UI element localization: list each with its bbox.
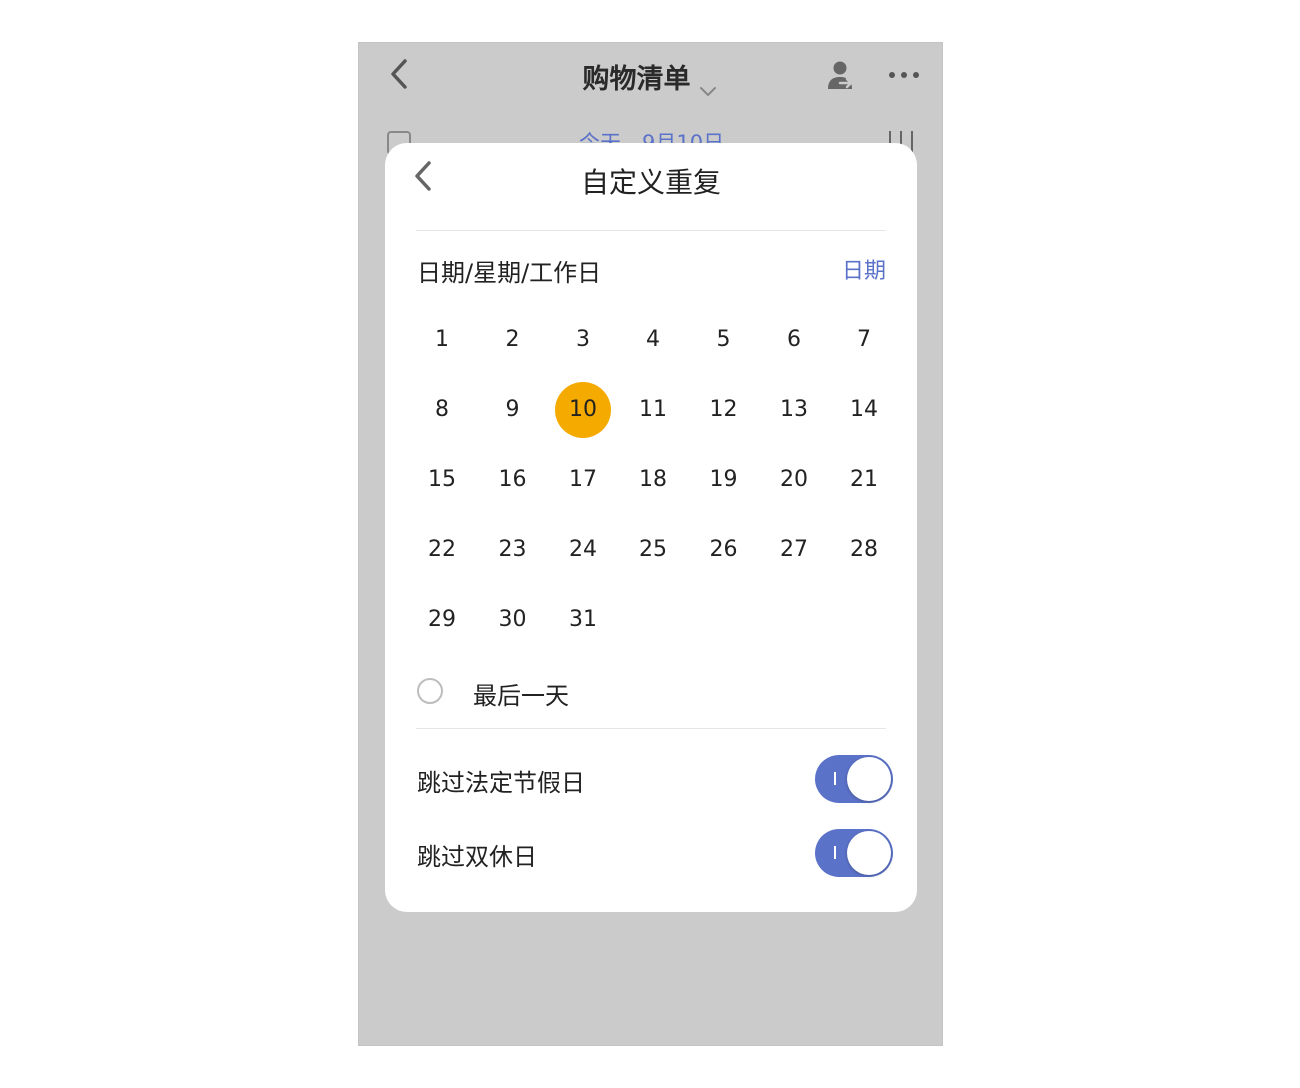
day-cell[interactable]: 23 (485, 522, 541, 578)
day-cell[interactable]: 18 (625, 452, 681, 508)
day-cell[interactable]: 9 (485, 382, 541, 438)
day-cell[interactable]: 20 (766, 452, 822, 508)
skip-holidays-label: 跳过法定节假日 (417, 769, 585, 797)
day-cell[interactable]: 31 (555, 592, 611, 648)
day-cell[interactable]: 2 (485, 312, 541, 368)
day-cell[interactable]: 30 (485, 592, 541, 648)
top-bar: 购物清单 (359, 43, 942, 113)
day-cell[interactable]: 7 (836, 312, 892, 368)
last-day-label: 最后一天 (473, 682, 569, 710)
day-cell[interactable]: 4 (625, 312, 681, 368)
day-cell[interactable]: 8 (414, 382, 470, 438)
day-cell[interactable]: 12 (696, 382, 752, 438)
repeat-type-label: 日期/星期/工作日 (417, 259, 602, 287)
day-cell[interactable]: 29 (414, 592, 470, 648)
repeat-mode-selector[interactable]: 日期 (842, 253, 886, 285)
day-cell[interactable]: 11 (625, 382, 681, 438)
more-icon[interactable] (887, 61, 921, 89)
skip-weekends-label: 跳过双休日 (417, 843, 537, 871)
chevron-down-icon (697, 74, 719, 96)
divider (416, 230, 886, 231)
toggle-on-mark (834, 772, 836, 785)
day-cell[interactable]: 19 (696, 452, 752, 508)
day-cell[interactable]: 1 (414, 312, 470, 368)
toggle-knob (847, 831, 891, 875)
last-day-option[interactable]: 最后一天 (417, 675, 717, 710)
day-cell[interactable]: 13 (766, 382, 822, 438)
list-title-text: 购物清单 (582, 64, 691, 95)
dialog-title: 自定义重复 (580, 166, 721, 199)
day-cell[interactable]: 25 (625, 522, 681, 578)
skip-holidays-toggle[interactable] (815, 755, 893, 803)
day-cell[interactable]: 21 (836, 452, 892, 508)
day-cell[interactable]: 14 (836, 382, 892, 438)
custom-repeat-dialog: 自定义重复 日期/星期/工作日 日期 1 2 3 4 5 6 7 8 9 10 11 12 13 14 15… (385, 143, 917, 912)
day-cell[interactable]: 27 (766, 522, 822, 578)
day-cell[interactable]: 15 (414, 452, 470, 508)
person-share-icon[interactable] (827, 59, 857, 93)
skip-weekends-toggle[interactable] (815, 829, 893, 877)
day-cell[interactable]: 22 (414, 522, 470, 578)
day-cell[interactable]: 28 (836, 522, 892, 578)
skip-weekends-row: 跳过双休日 (417, 829, 893, 879)
last-day-radio[interactable] (417, 678, 443, 704)
day-cell[interactable]: 3 (555, 312, 611, 368)
skip-holidays-row: 跳过法定节假日 (417, 755, 893, 805)
divider (416, 728, 886, 729)
toggle-knob (847, 757, 891, 801)
day-cell[interactable]: 24 (555, 522, 611, 578)
day-cell[interactable]: 16 (485, 452, 541, 508)
day-cell[interactable]: 6 (766, 312, 822, 368)
day-cell[interactable]: 5 (696, 312, 752, 368)
day-cell[interactable]: 17 (555, 452, 611, 508)
toggle-on-mark (834, 846, 836, 859)
day-cell[interactable]: 26 (696, 522, 752, 578)
day-cell-selected[interactable]: 10 (555, 382, 611, 438)
